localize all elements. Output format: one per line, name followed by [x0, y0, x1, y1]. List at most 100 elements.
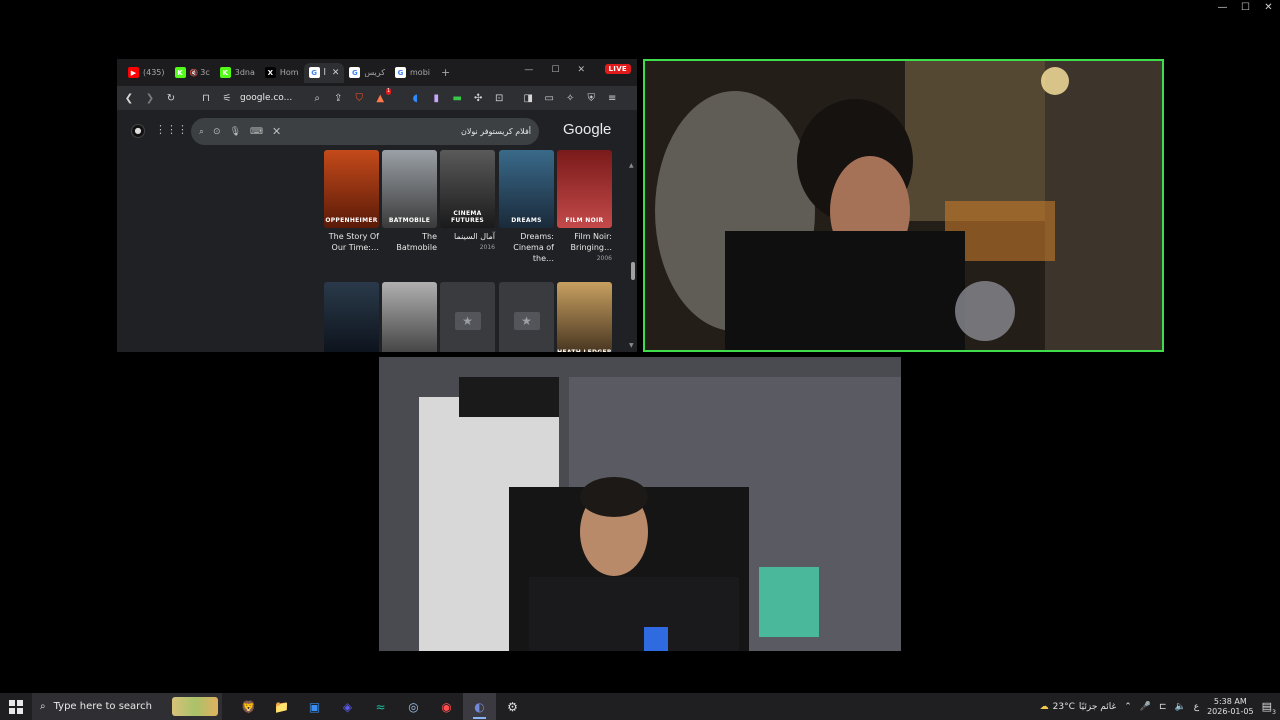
placeholder-image-icon: ★ [454, 312, 481, 330]
film-caption[interactable]: Film Noir: Bringing… 2006 [554, 231, 612, 264]
keyboard-icon[interactable]: ⌨ [250, 127, 263, 137]
google-logo[interactable]: Google [563, 121, 611, 138]
film-poster[interactable]: BATMOBILE [382, 150, 437, 228]
film-caption[interactable]: آمال السينما 2016 [437, 231, 495, 253]
extensions-puzzle-icon[interactable]: ✣ [472, 92, 484, 104]
film-caption[interactable]: The Batmobile [379, 231, 437, 253]
maximize-button[interactable]: ☐ [1234, 0, 1257, 16]
brave-app[interactable]: 🦁 [232, 693, 265, 720]
wallet-icon[interactable]: ▭ [543, 92, 555, 104]
browser-close-button[interactable]: ✕ [577, 65, 585, 75]
clear-icon[interactable]: ✕ [272, 125, 281, 138]
close-button[interactable]: ✕ [1257, 0, 1280, 16]
weather-widget[interactable]: ☁ 23°C غائم جزئيًا [1040, 702, 1117, 712]
film-poster[interactable] [324, 282, 379, 352]
lens-icon[interactable]: ⊙ [213, 127, 221, 137]
discord-app[interactable]: ◐ [463, 693, 496, 720]
back-icon[interactable]: ❮ [123, 92, 135, 104]
site-info-icon[interactable]: ⚟ [221, 92, 233, 104]
microphone-icon[interactable]: 🎤 [1140, 702, 1151, 712]
leo-ai-icon[interactable]: ✧ [564, 92, 576, 104]
tab[interactable]: G أ ✕ [303, 62, 345, 83]
start-button[interactable] [0, 693, 32, 720]
film-title: The Story Of Our Time:… [328, 232, 379, 252]
tab-label: 3dna [234, 68, 255, 77]
browser-maximize-button[interactable]: ☐ [551, 65, 559, 75]
tab-close-icon[interactable]: ✕ [332, 68, 340, 78]
tab[interactable]: G كريس [344, 63, 390, 83]
clock[interactable]: 5:38 AM 2026-01-05 [1207, 697, 1254, 717]
settings-app[interactable]: ⚙ [496, 693, 529, 720]
webcam-feed-guest [379, 357, 901, 651]
tab[interactable]: K 🔇 3c [170, 63, 215, 83]
scroll-down-icon[interactable]: ▼ [629, 342, 634, 349]
mic-icon[interactable]: 🎙 [230, 127, 241, 137]
film-poster[interactable]: ★ [440, 282, 495, 352]
google-icon: G [349, 67, 361, 78]
search-query[interactable]: أفلام كريستوفر نولان [290, 127, 531, 136]
poster-title: HEATH LEDGER [557, 349, 612, 352]
search-box[interactable]: ⌕ ⊙ 🎙 ⌨ ✕ أفلام كريستوفر نولان [191, 118, 539, 145]
steam-app[interactable]: ◎ [397, 693, 430, 720]
zoom-icon[interactable]: ⌕ [311, 92, 323, 104]
file-explorer-app[interactable]: 📁 [265, 693, 298, 720]
volume-icon[interactable]: 🔈 [1175, 702, 1186, 712]
google-icon: G [308, 67, 320, 78]
tab[interactable]: Gmobi [390, 63, 435, 83]
search-icon[interactable]: ⌕ [199, 127, 204, 137]
share-icon[interactable]: ⇪ [332, 92, 344, 104]
capture-icon: ◉ [441, 699, 452, 714]
network-icon[interactable]: ⊏ [1159, 702, 1167, 712]
notification-icon[interactable]: ▤ 3 [1262, 700, 1276, 716]
language-indicator[interactable]: ع [1194, 702, 1199, 712]
bookmark-icon[interactable]: ⊓ [200, 92, 212, 104]
vpn-icon[interactable]: ⛨ [585, 92, 597, 104]
film-title: آمال السينما [454, 232, 495, 241]
taskbar-search[interactable]: ⌕ Type here to search [32, 693, 222, 720]
browser-toolbar: ❮ ❯ ↻ ⊓ ⚟ google.co... ⌕ ⇪ ⛉ ▲ 1 ◖ ▮ ▬ ✣ … [117, 86, 637, 110]
game-app[interactable]: ◈ [331, 693, 364, 720]
chevron-up-icon[interactable]: ⌃ [1124, 702, 1132, 712]
screenshot-icon[interactable]: ⊡ [493, 92, 505, 104]
extension-icon[interactable]: ▬ [451, 92, 463, 104]
film-poster[interactable]: CINEMA FUTURES [440, 150, 495, 228]
capture-app[interactable]: ◉ [430, 693, 463, 720]
sidebar-icon[interactable]: ◨ [522, 92, 534, 104]
film-poster[interactable]: ★ [499, 282, 554, 352]
tab-label: كريس [364, 68, 386, 77]
menu-icon[interactable]: ≡ [606, 92, 618, 104]
taskbar: ⌕ Type here to search 🦁 📁 ▣ ◈ ≈ ◎ ◉ ◐ ⚙ ☁ 23°C غ… [0, 693, 1280, 720]
film-year: 2006 [596, 255, 612, 262]
scrollbar[interactable]: ▲ ▼ [629, 162, 635, 352]
tab[interactable]: ▶ (435) [123, 63, 170, 83]
brave-shields-icon[interactable]: ⛉ [353, 92, 365, 104]
scroll-thumb[interactable] [631, 262, 635, 280]
url-text[interactable]: google.co... [240, 93, 292, 103]
film-poster[interactable]: DREAMS [499, 150, 554, 228]
new-tab-button[interactable]: + [441, 66, 450, 79]
film-poster[interactable]: HEATH LEDGER [557, 282, 612, 352]
tab[interactable]: K 3dna [215, 63, 260, 83]
forward-icon[interactable]: ❯ [144, 92, 156, 104]
film-poster[interactable]: FILM NOIR [557, 150, 612, 228]
reload-icon[interactable]: ↻ [165, 92, 177, 104]
browser-minimize-button[interactable]: — [524, 65, 533, 75]
notes-app[interactable]: ▣ [298, 693, 331, 720]
notes-icon: ▣ [308, 699, 321, 714]
terminal-app[interactable]: ≈ [364, 693, 397, 720]
scroll-up-icon[interactable]: ▲ [629, 162, 634, 169]
clock-date: 2026-01-05 [1207, 706, 1254, 716]
brave-rewards-icon[interactable]: ▲ 1 [374, 88, 392, 104]
extension-icon[interactable]: ◖ [409, 92, 421, 104]
google-apps-icon[interactable]: ⋮⋮⋮ [155, 123, 188, 136]
muted-icon[interactable]: 🔇 [190, 69, 199, 77]
film-poster[interactable] [382, 282, 437, 352]
account-avatar[interactable]: ● [131, 124, 145, 138]
extension-icon[interactable]: ▮ [430, 92, 442, 104]
minimize-button[interactable]: — [1211, 0, 1234, 16]
film-caption[interactable]: Dreams: Cinema of the… [496, 231, 554, 264]
film-poster[interactable]: OPPENHEIMER [324, 150, 379, 228]
film-caption[interactable]: The Story Of Our Time:… [321, 231, 379, 253]
poster-title: DREAMS [511, 217, 542, 224]
tab[interactable]: X Hom [260, 63, 304, 83]
